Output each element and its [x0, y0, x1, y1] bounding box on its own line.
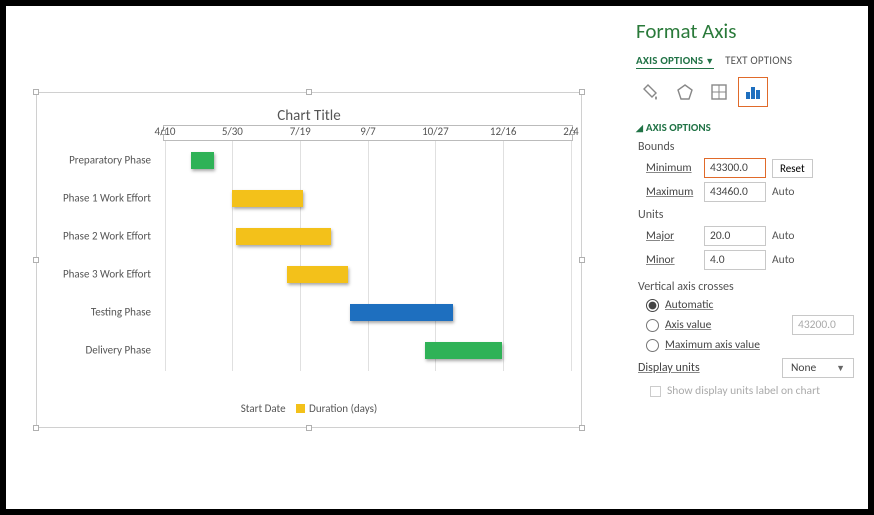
- resize-handle-top-mid[interactable]: [306, 89, 312, 95]
- x-tick: 7/19: [290, 125, 311, 138]
- gantt-bar[interactable]: [236, 228, 331, 245]
- category-label: Delivery Phase: [31, 344, 151, 357]
- tab-axis-options-label: AXIS OPTIONS: [636, 54, 703, 67]
- section-axis-options[interactable]: ◢AXIS OPTIONS: [636, 121, 854, 134]
- pane-tabs: AXIS OPTIONS▼ TEXT OPTIONS: [636, 54, 854, 69]
- legend-entry-start: Start Date: [241, 402, 286, 415]
- show-units-checkbox[interactable]: [650, 386, 661, 397]
- vac-axis-value-radio[interactable]: [646, 319, 659, 332]
- resize-handle-bottom-left[interactable]: [33, 425, 39, 431]
- effects-icon[interactable]: [670, 77, 700, 107]
- vac-maximum-radio[interactable]: [646, 339, 659, 352]
- axis-options-icon[interactable]: [738, 77, 768, 107]
- resize-handle-bottom-right[interactable]: [579, 425, 585, 431]
- minor-input[interactable]: [704, 250, 766, 270]
- pane-title: Format Axis: [636, 18, 854, 44]
- category-label: Phase 3 Work Effort: [31, 268, 151, 281]
- collapse-triangle-icon: ◢: [636, 123, 643, 134]
- x-tick: 9/7: [360, 125, 375, 138]
- bounds-label: Bounds: [638, 140, 854, 154]
- display-units-value: None: [791, 361, 816, 375]
- gantt-bar[interactable]: [191, 152, 213, 169]
- chevron-down-icon: ▼: [836, 363, 845, 374]
- fill-line-icon[interactable]: [636, 77, 666, 107]
- display-units-label: Display units: [638, 361, 700, 375]
- format-axis-pane: Format Axis AXIS OPTIONS▼ TEXT OPTIONS ◢…: [622, 6, 868, 509]
- gantt-bar[interactable]: [350, 304, 454, 321]
- vac-automatic-radio[interactable]: [646, 299, 659, 312]
- app-window: Chart Title 4/10 5/30 7/19 9/7 10/27 12/…: [0, 0, 874, 515]
- vac-axis-value-input[interactable]: [792, 315, 854, 335]
- vac-axis-value-label: Axis value: [665, 318, 711, 332]
- resize-handle-top-right[interactable]: [579, 89, 585, 95]
- x-tick: 10/27: [422, 125, 449, 138]
- major-auto-label: Auto: [772, 229, 795, 243]
- maximum-label: Maximum: [636, 185, 698, 199]
- chart-object[interactable]: Chart Title 4/10 5/30 7/19 9/7 10/27 12/…: [36, 92, 582, 428]
- maximum-auto-label: Auto: [772, 185, 795, 199]
- resize-handle-bottom-mid[interactable]: [306, 425, 312, 431]
- show-units-label: Show display units label on chart: [667, 384, 820, 398]
- category-label: Testing Phase: [31, 306, 151, 319]
- legend-entry-duration: Duration (days): [309, 402, 377, 415]
- units-label: Units: [638, 208, 854, 222]
- category-label: Preparatory Phase: [31, 154, 151, 167]
- minimum-label: Minimum: [636, 161, 698, 175]
- resize-handle-top-left[interactable]: [33, 89, 39, 95]
- section-axis-options-label: AXIS OPTIONS: [646, 121, 711, 134]
- resize-handle-mid-right[interactable]: [579, 257, 585, 263]
- x-tick: 5/30: [222, 125, 243, 138]
- major-input[interactable]: [704, 226, 766, 246]
- tab-axis-options[interactable]: AXIS OPTIONS▼: [636, 54, 714, 69]
- gantt-bar[interactable]: [425, 342, 502, 359]
- vac-maximum-label: Maximum axis value: [665, 338, 760, 352]
- chart-canvas: Chart Title 4/10 5/30 7/19 9/7 10/27 12/…: [6, 6, 622, 509]
- gantt-bar[interactable]: [232, 190, 303, 207]
- major-label: Major: [636, 229, 698, 243]
- vertical-axis-crosses-label: Vertical axis crosses: [638, 280, 854, 294]
- maximum-input[interactable]: [704, 182, 766, 202]
- resize-handle-mid-left[interactable]: [33, 257, 39, 263]
- minimum-reset-button[interactable]: Reset: [772, 159, 813, 178]
- legend-swatch-icon: [296, 404, 305, 413]
- vac-automatic-label: Automatic: [665, 298, 713, 312]
- category-icon-row: [636, 77, 854, 107]
- x-tick: 12/16: [490, 125, 517, 138]
- display-units-select[interactable]: None ▼: [782, 358, 854, 378]
- x-tick: 4/10: [155, 125, 176, 138]
- category-label: Phase 1 Work Effort: [31, 192, 151, 205]
- gantt-bar[interactable]: [287, 266, 348, 283]
- chevron-down-icon: ▼: [705, 56, 714, 67]
- category-label: Phase 2 Work Effort: [31, 230, 151, 243]
- x-tick: 2/4: [563, 125, 578, 138]
- minor-label: Minor: [636, 253, 698, 267]
- chart-legend[interactable]: Start Date Duration (days): [37, 402, 581, 415]
- minor-auto-label: Auto: [772, 253, 795, 267]
- tab-text-options[interactable]: TEXT OPTIONS: [725, 54, 792, 67]
- minimum-input[interactable]: [704, 158, 766, 178]
- plot-area: 4/10 5/30 7/19 9/7 10/27 12/16 2/4 Prepa…: [165, 141, 571, 371]
- size-properties-icon[interactable]: [704, 77, 734, 107]
